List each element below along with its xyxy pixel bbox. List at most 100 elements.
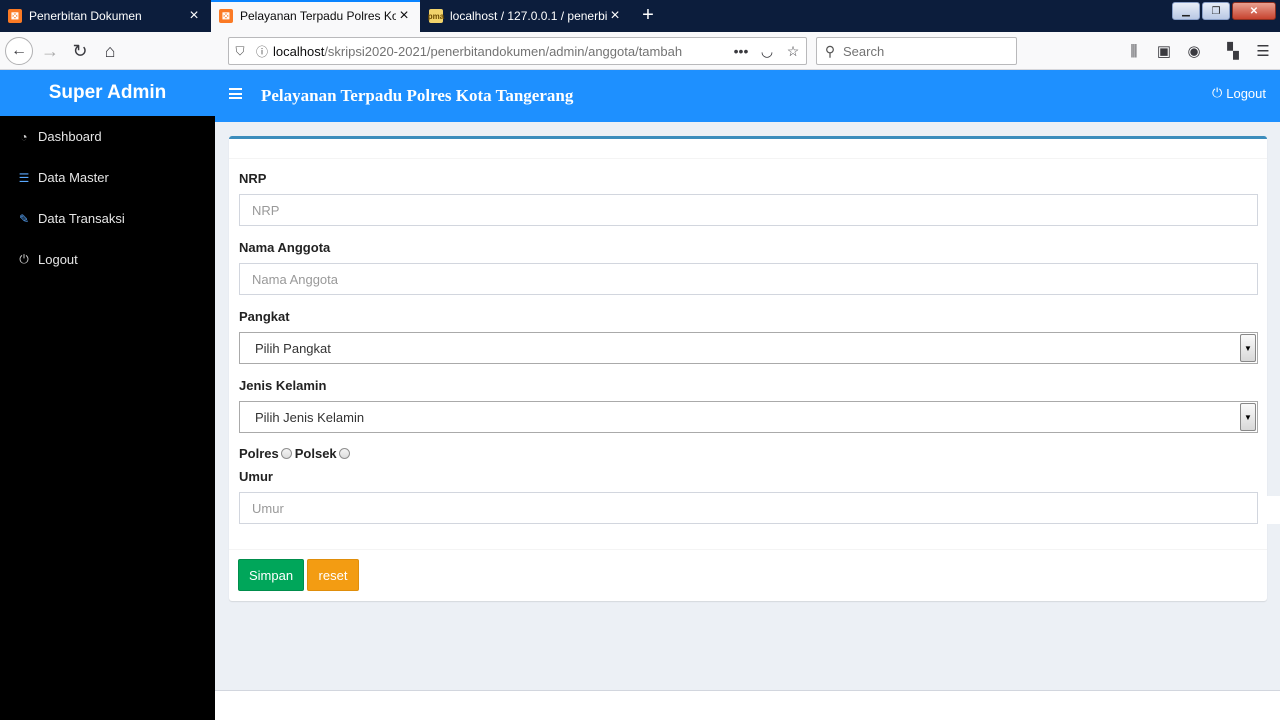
form-footer: Simpan reset — [229, 549, 1267, 601]
pangkat-selected: Pilih Pangkat — [255, 340, 331, 356]
close-icon[interactable]: × — [607, 8, 623, 24]
edit-icon: ✎ — [18, 211, 30, 226]
menu-icon[interactable]: ☰ — [1249, 37, 1277, 65]
jenis-kelamin-group: Jenis Kelamin Pilih Jenis Kelamin ▼ — [239, 378, 1258, 433]
arrow-left-icon: ← — [11, 42, 27, 59]
nrp-label: NRP — [239, 171, 267, 186]
page-footer — [215, 690, 1280, 720]
sidebar-item-label: Logout — [38, 252, 78, 267]
box-header — [229, 139, 1267, 159]
arrow-right-icon: → — [41, 40, 59, 61]
list-icon: ☰ — [18, 170, 30, 185]
umur-placeholder: Umur — [252, 500, 284, 516]
nama-group: Nama Anggota Nama Anggota — [239, 240, 1258, 295]
more-icon[interactable]: ••• — [728, 43, 754, 59]
nama-input[interactable]: Nama Anggota — [239, 263, 1258, 295]
search-input[interactable]: ⚲ Search — [816, 37, 1017, 65]
home-icon: ⌂ — [104, 40, 116, 61]
top-navbar: Pelayanan Terpadu Polres Kota Tangerang … — [215, 70, 1280, 122]
polres-radio-label: Polres — [239, 445, 279, 461]
account-icon[interactable]: ◉ — [1180, 37, 1208, 65]
sidebar-toggle-icon[interactable]: ▣ — [1150, 37, 1178, 65]
power-icon: ⏻ — [1211, 85, 1223, 100]
umur-label: Umur — [239, 469, 273, 484]
reset-button[interactable]: reset — [307, 559, 359, 591]
sidebar-item-label: Data Transaksi — [38, 211, 125, 226]
page-title: Pelayanan Terpadu Polres Kota Tangerang — [261, 86, 574, 105]
shield-icon[interactable]: ⛉ — [229, 44, 251, 59]
library-icon[interactable]: ⫼ — [1120, 37, 1148, 65]
umur-group: Umur Umur — [239, 469, 1258, 524]
dashboard-icon: ◔ — [20, 129, 28, 144]
satuan-radio-group: Polres Polsek — [239, 445, 1258, 461]
tab-title: Pelayanan Terpadu Polres Kota Tangerang — [240, 9, 396, 23]
nama-placeholder: Nama Anggota — [252, 271, 339, 287]
info-icon[interactable]: ⓘ — [251, 43, 273, 60]
sidebar-item-label: Data Master — [38, 170, 109, 185]
bookmark-star-icon[interactable]: ☆ — [780, 43, 806, 60]
polsek-radio-label: Polsek — [294, 445, 337, 461]
hamburger-menu-icon[interactable] — [229, 88, 242, 99]
pangkat-select[interactable]: Pilih Pangkat ▼ — [239, 332, 1258, 364]
phpmyadmin-icon: pma — [428, 9, 444, 23]
extensions-icon[interactable]: ▚ — [1219, 37, 1247, 65]
close-window-button[interactable]: ✕ — [1232, 2, 1276, 20]
jenis-kelamin-selected: Pilih Jenis Kelamin — [255, 409, 365, 425]
close-icon[interactable]: × — [396, 8, 412, 24]
window-controls: ▁ ❐ ✕ — [1172, 2, 1276, 20]
maximize-button[interactable]: ❐ — [1202, 2, 1230, 20]
pangkat-group: Pangkat Pilih Pangkat ▼ — [239, 309, 1258, 364]
form-body: NRP NRP Nama Anggota Nama Anggota Pangka… — [229, 159, 1267, 524]
power-icon: ⏻ — [19, 252, 29, 266]
pangkat-label: Pangkat — [239, 309, 290, 324]
xampp-icon: ⊠ — [219, 9, 233, 23]
new-tab-button[interactable]: + — [637, 4, 659, 26]
logout-link[interactable]: ⏻ Logout — [1212, 85, 1266, 101]
browser-tab[interactable]: ⊠ Penerbitan Dokumen × — [0, 0, 210, 32]
nama-label: Nama Anggota — [239, 240, 331, 255]
sidebar-item-dashboard[interactable]: ◔ Dashboard — [0, 116, 215, 157]
close-icon[interactable]: × — [186, 8, 202, 24]
forward-button[interactable]: → — [36, 37, 64, 65]
nrp-placeholder: NRP — [252, 202, 280, 218]
home-button[interactable]: ⌂ — [96, 37, 124, 65]
minimize-button[interactable]: ▁ — [1172, 2, 1200, 20]
url-bar[interactable]: ⛉ ⓘ localhost/skripsi2020-2021/penerbita… — [228, 37, 807, 65]
jenis-kelamin-label: Jenis Kelamin — [239, 378, 327, 393]
jenis-kelamin-select[interactable]: Pilih Jenis Kelamin ▼ — [239, 401, 1258, 433]
tab-title: localhost / 127.0.0.1 / penerbitan — [450, 9, 607, 23]
brand-logo[interactable]: Super Admin — [0, 70, 215, 116]
polres-radio[interactable] — [280, 447, 292, 459]
chevron-down-icon[interactable]: ▼ — [1240, 403, 1256, 431]
sidebar-item-label: Dashboard — [38, 129, 102, 144]
search-placeholder: Search — [843, 43, 885, 59]
browser-tab-bar: ⊠ Penerbitan Dokumen × ⊠ Pelayanan Terpa… — [0, 0, 1280, 32]
xampp-icon: ⊠ — [8, 9, 22, 23]
browser-tab[interactable]: pma localhost / 127.0.0.1 / penerbitan × — [421, 0, 631, 32]
back-button[interactable]: ← — [5, 37, 33, 65]
reload-icon: ↻ — [72, 40, 88, 61]
save-button[interactable]: Simpan — [238, 559, 304, 591]
nrp-input[interactable]: NRP — [239, 194, 1258, 226]
nrp-group: NRP NRP — [239, 171, 1258, 226]
sidebar-item-logout[interactable]: ⏻ Logout — [0, 239, 215, 280]
sidebar-menu: ◔ Dashboard ☰ Data Master ✎ Data Transak… — [0, 116, 215, 280]
tab-title: Penerbitan Dokumen — [29, 9, 142, 23]
pocket-icon[interactable]: ◡ — [754, 43, 780, 60]
logout-label: Logout — [1226, 85, 1266, 101]
search-icon: ⚲ — [824, 42, 836, 59]
browser-toolbar: ← → ↻ ⌂ ⛉ ⓘ localhost/skripsi2020-2021/p… — [0, 32, 1280, 70]
admin-app: Super Admin ◔ Dashboard ☰ Data Master ✎ … — [0, 70, 1280, 720]
scroll-indicator — [1266, 496, 1280, 524]
sidebar: Super Admin ◔ Dashboard ☰ Data Master ✎ … — [0, 70, 215, 720]
form-box: NRP NRP Nama Anggota Nama Anggota Pangka… — [229, 136, 1267, 601]
url-text[interactable]: localhost/skripsi2020-2021/penerbitandok… — [273, 44, 728, 59]
chevron-down-icon[interactable]: ▼ — [1240, 334, 1256, 362]
browser-tab-active[interactable]: ⊠ Pelayanan Terpadu Polres Kota Tangeran… — [211, 0, 420, 32]
sidebar-item-data-transaksi[interactable]: ✎ Data Transaksi — [0, 198, 215, 239]
sidebar-item-data-master[interactable]: ☰ Data Master — [0, 157, 215, 198]
main-content: NRP NRP Nama Anggota Nama Anggota Pangka… — [215, 122, 1280, 690]
polsek-radio[interactable] — [338, 447, 350, 459]
umur-input[interactable]: Umur — [239, 492, 1258, 524]
reload-button[interactable]: ↻ — [66, 37, 94, 65]
